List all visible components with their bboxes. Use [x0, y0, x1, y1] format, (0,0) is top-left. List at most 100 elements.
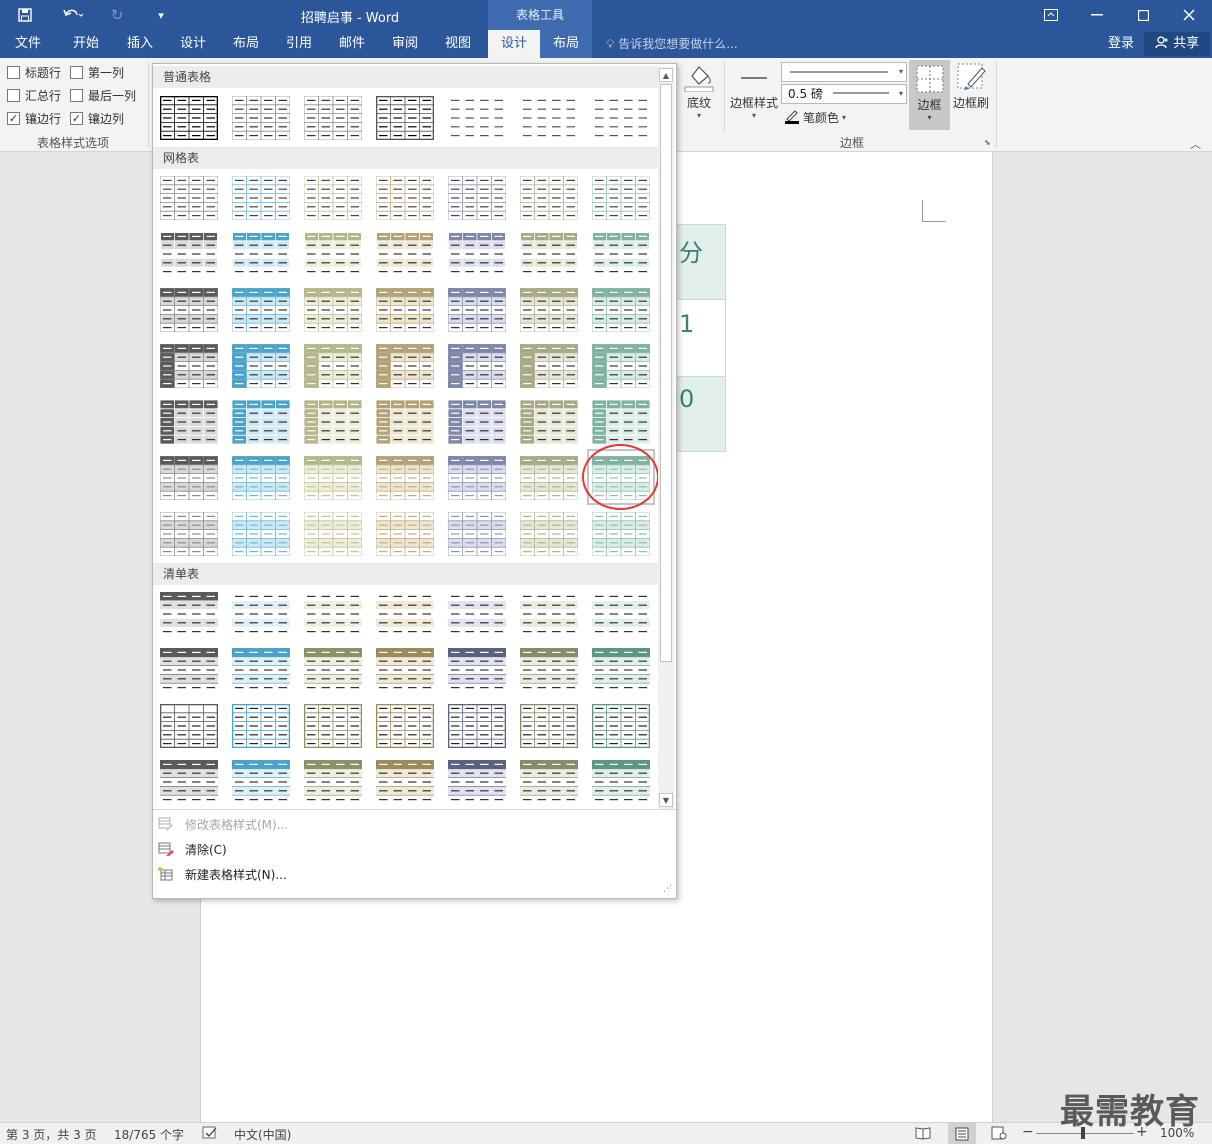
tab-table-design[interactable]: 设计 — [488, 30, 540, 58]
table-style-thumbnail[interactable] — [304, 288, 362, 332]
table-style-thumbnail[interactable] — [520, 288, 578, 332]
table-style-thumbnail[interactable] — [520, 592, 578, 636]
table-style-thumbnail[interactable] — [304, 592, 362, 636]
banded-rows-checkbox[interactable]: ✓ 镶边行 — [7, 110, 61, 127]
borders-dialog-launcher-icon[interactable]: ⬊ — [984, 138, 991, 147]
table-style-thumbnail[interactable] — [160, 344, 218, 388]
table-style-thumbnail[interactable] — [592, 232, 650, 276]
web-layout-icon[interactable] — [991, 1126, 1007, 1143]
last-column-checkbox[interactable]: 最后一列 — [70, 87, 136, 104]
border-painter-button[interactable]: 边框刷 — [951, 62, 991, 111]
close-button[interactable] — [1166, 0, 1212, 30]
table-style-thumbnail[interactable] — [520, 344, 578, 388]
table-style-thumbnail[interactable] — [232, 648, 290, 692]
tab-table-layout[interactable]: 布局 — [540, 30, 592, 58]
proofing-icon[interactable] — [202, 1126, 218, 1143]
table-style-thumbnail[interactable] — [304, 176, 362, 220]
table-style-thumbnail[interactable] — [448, 704, 506, 748]
table-style-thumbnail[interactable] — [592, 344, 650, 388]
table-style-thumbnail[interactable] — [232, 176, 290, 220]
table-style-thumbnail[interactable] — [376, 648, 434, 692]
banded-columns-checkbox[interactable]: ✓ 镶边列 — [70, 110, 124, 127]
tab-home[interactable]: 开始 — [60, 30, 112, 58]
table-style-thumbnail[interactable] — [520, 456, 578, 500]
table-style-thumbnail[interactable] — [592, 96, 650, 140]
share-button[interactable]: 共享 — [1144, 32, 1210, 56]
table-cell[interactable]: 0 — [676, 376, 726, 452]
table-style-thumbnail[interactable] — [448, 176, 506, 220]
table-style-thumbnail[interactable] — [592, 648, 650, 692]
pen-weight-dropdown[interactable]: 0.5 磅 ▾ — [781, 84, 907, 104]
table-style-thumbnail[interactable] — [592, 704, 650, 748]
table-style-thumbnail[interactable] — [376, 288, 434, 332]
ribbon-display-options-icon[interactable] — [1028, 0, 1074, 30]
table-style-thumbnail[interactable] — [160, 176, 218, 220]
table-style-thumbnail[interactable] — [448, 648, 506, 692]
zoom-out-icon[interactable]: − — [1022, 1124, 1034, 1140]
table-style-thumbnail[interactable] — [160, 288, 218, 332]
border-styles-button[interactable]: 边框样式 ▾ — [728, 62, 780, 120]
table-style-thumbnail[interactable] — [160, 648, 218, 692]
table-style-thumbnail[interactable] — [592, 288, 650, 332]
table-style-thumbnail[interactable] — [232, 456, 290, 500]
clear-style-item[interactable]: 清除(C) — [158, 839, 227, 859]
table-style-thumbnail[interactable] — [520, 176, 578, 220]
table-style-thumbnail[interactable] — [160, 704, 218, 748]
table-style-thumbnail[interactable] — [232, 288, 290, 332]
table-style-thumbnail[interactable] — [448, 232, 506, 276]
table-style-thumbnail[interactable] — [376, 760, 434, 804]
table-style-thumbnail[interactable] — [520, 96, 578, 140]
word-count[interactable]: 18/765 个字 — [114, 1126, 184, 1143]
table-style-thumbnail[interactable] — [448, 400, 506, 444]
header-row-checkbox[interactable]: 标题行 — [7, 64, 61, 81]
table-style-thumbnail[interactable] — [304, 648, 362, 692]
table-style-thumbnail[interactable] — [520, 704, 578, 748]
table-style-thumbnail[interactable] — [376, 704, 434, 748]
table-style-thumbnail[interactable] — [448, 760, 506, 804]
table-style-thumbnail[interactable] — [160, 512, 218, 556]
table-style-thumbnail[interactable] — [304, 400, 362, 444]
table-style-thumbnail[interactable] — [304, 456, 362, 500]
table-style-thumbnail[interactable] — [232, 592, 290, 636]
tab-file[interactable]: 文件 — [2, 30, 54, 58]
tell-me-search[interactable]: 💡︎ 告诉我您想要做什么... — [606, 30, 738, 58]
table-cell[interactable]: 1 — [676, 299, 726, 377]
table-style-thumbnail[interactable] — [448, 96, 506, 140]
table-style-thumbnail[interactable] — [376, 176, 434, 220]
language-indicator[interactable]: 中文(中国) — [234, 1126, 291, 1143]
total-row-checkbox[interactable]: 汇总行 — [7, 87, 61, 104]
tab-mailings[interactable]: 邮件 — [326, 30, 378, 58]
table-style-thumbnail[interactable] — [376, 592, 434, 636]
table-cell[interactable]: 分 — [676, 224, 726, 300]
table-style-thumbnail[interactable] — [592, 592, 650, 636]
modify-table-style-item[interactable]: 修改表格样式(M)... — [158, 814, 288, 834]
table-style-thumbnail[interactable] — [448, 288, 506, 332]
tab-view[interactable]: 视图 — [432, 30, 484, 58]
tab-design[interactable]: 设计 — [167, 30, 219, 58]
scrollbar-thumb[interactable] — [660, 84, 672, 662]
scroll-down-icon[interactable]: ▼ — [659, 793, 673, 807]
table-style-thumbnail[interactable] — [592, 400, 650, 444]
pen-color-button[interactable]: 笔颜色 ▾ — [784, 108, 846, 127]
table-style-thumbnail[interactable] — [232, 96, 290, 140]
tab-review[interactable]: 审阅 — [379, 30, 431, 58]
sign-in-link[interactable]: 登录 — [1108, 30, 1134, 58]
table-style-thumbnail[interactable] — [448, 512, 506, 556]
table-style-thumbnail[interactable] — [520, 232, 578, 276]
scroll-up-icon[interactable]: ▲ — [659, 68, 673, 82]
tab-insert[interactable]: 插入 — [114, 30, 166, 58]
tab-layout[interactable]: 布局 — [220, 30, 272, 58]
collapse-ribbon-icon[interactable]: ︿ — [1190, 136, 1201, 152]
table-style-thumbnail[interactable] — [376, 456, 434, 500]
table-style-thumbnail[interactable] — [592, 176, 650, 220]
table-style-thumbnail[interactable] — [520, 648, 578, 692]
table-style-thumbnail[interactable] — [520, 400, 578, 444]
table-style-thumbnail[interactable] — [376, 232, 434, 276]
table-style-thumbnail[interactable] — [304, 232, 362, 276]
new-table-style-item[interactable]: 新建表格样式(N)... — [157, 864, 287, 884]
table-style-thumbnail[interactable] — [520, 512, 578, 556]
zoom-slider-track[interactable] — [1036, 1133, 1134, 1134]
print-layout-icon[interactable] — [948, 1123, 976, 1144]
table-style-thumbnail[interactable] — [448, 592, 506, 636]
table-style-thumbnail[interactable] — [592, 512, 650, 556]
